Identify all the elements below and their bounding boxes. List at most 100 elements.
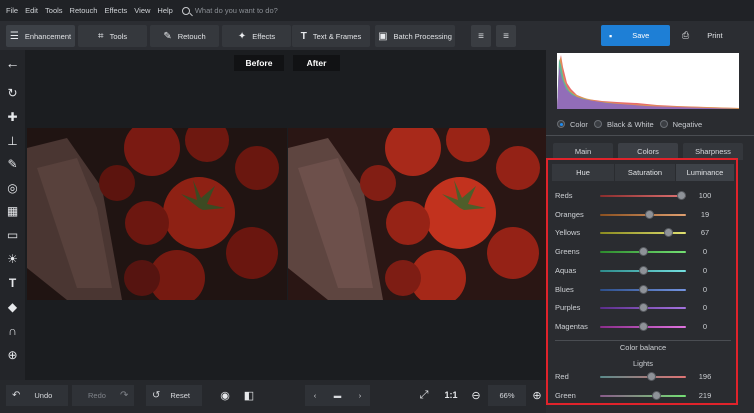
tab-hue[interactable]: Hue bbox=[552, 164, 614, 181]
menu-file[interactable]: File bbox=[6, 6, 18, 15]
slider-label: Reds bbox=[555, 191, 573, 200]
bw-radio[interactable] bbox=[593, 120, 602, 128]
slider-value: 0 bbox=[702, 303, 708, 313]
prev-image-icon[interactable]: ‹ bbox=[314, 391, 317, 400]
tab-effects[interactable]: ✦ Effects bbox=[222, 25, 291, 47]
tab-retouch[interactable]: ✎ Retouch bbox=[150, 25, 219, 47]
tab-text-frames[interactable]: T Text & Frames bbox=[292, 25, 370, 47]
menu-help[interactable]: Help bbox=[157, 6, 172, 15]
brush-tool-icon[interactable]: ✎ bbox=[4, 155, 21, 172]
luminance-slider-reds[interactable]: Reds 100 bbox=[548, 187, 738, 205]
luminance-slider-magentas[interactable]: Magentas 0 bbox=[548, 318, 738, 336]
menu-retouch[interactable]: Retouch bbox=[70, 6, 98, 15]
color-balance-slider-red[interactable]: Red 196 bbox=[548, 368, 738, 386]
slider-knob[interactable] bbox=[638, 303, 648, 313]
search-icon bbox=[181, 6, 190, 15]
menu-edit[interactable]: Edit bbox=[25, 6, 38, 15]
slider-knob[interactable] bbox=[645, 209, 655, 219]
eye-icon[interactable]: ◉ bbox=[216, 386, 234, 404]
slider-value: 19 bbox=[700, 209, 710, 219]
wand-icon: ✦ bbox=[237, 30, 247, 42]
zoom-in-icon[interactable]: ⊕ bbox=[528, 386, 546, 404]
color-balance-slider-green[interactable]: Green 219 bbox=[548, 387, 738, 405]
undo-button[interactable]: ↶ Undo bbox=[6, 385, 68, 406]
color-balance-lights-label: Lights bbox=[632, 359, 653, 368]
print-button[interactable]: ⎙ Print bbox=[674, 25, 744, 46]
slider-knob[interactable] bbox=[652, 391, 662, 400]
shield-icon[interactable]: ⊕ bbox=[4, 346, 21, 363]
slider-knob[interactable] bbox=[638, 284, 648, 294]
slider-knob[interactable] bbox=[647, 372, 657, 381]
bw-radio-label: Black & White bbox=[606, 119, 654, 129]
bandage-icon[interactable]: ✚ bbox=[4, 108, 21, 125]
sliders-icon: ☰ bbox=[9, 30, 19, 42]
slider-value: 219 bbox=[698, 391, 712, 400]
left-toolbar: ← ↻ ✚ ⊥ ✎ ◎ ▦ ▭ ☀ T ◆ ∩ ⊕ bbox=[0, 50, 25, 380]
reset-button[interactable]: ↺ Reset bbox=[146, 385, 202, 406]
fit-screen-icon[interactable]: ⤢ bbox=[415, 386, 433, 404]
slider-knob[interactable] bbox=[664, 228, 674, 238]
slider-track[interactable] bbox=[600, 232, 686, 235]
zoom-out-icon[interactable]: ⊖ bbox=[467, 386, 485, 404]
before-image bbox=[27, 128, 287, 300]
menu-view[interactable]: View bbox=[134, 6, 150, 15]
slider-label: Green bbox=[555, 391, 576, 400]
luminance-slider-yellows[interactable]: Yellows 67 bbox=[548, 224, 738, 242]
floppy-icon: ▪ bbox=[609, 30, 613, 41]
redo-button[interactable]: Redo ↷ bbox=[72, 385, 134, 406]
tab-tools[interactable]: ⌗ Tools bbox=[78, 25, 147, 47]
stamp-icon[interactable]: ⊥ bbox=[4, 132, 21, 149]
menu-tools[interactable]: Tools bbox=[45, 6, 63, 15]
actual-size-button[interactable]: 1:1 bbox=[440, 386, 462, 404]
tab-luminance[interactable]: Luminance bbox=[676, 164, 734, 181]
after-image bbox=[288, 128, 546, 300]
fill-bucket-icon[interactable]: ◆ bbox=[4, 298, 21, 315]
slider-label: Red bbox=[555, 372, 569, 381]
add-list-button[interactable]: ≡ bbox=[471, 25, 491, 47]
image-canvas: Before After bbox=[25, 50, 546, 380]
tab-retouch-label: Retouch bbox=[177, 31, 206, 41]
reset-icon: ↺ bbox=[152, 390, 161, 401]
slider-label: Aquas bbox=[555, 265, 577, 275]
slider-knob[interactable] bbox=[638, 321, 648, 331]
slider-track[interactable] bbox=[600, 395, 686, 397]
luminance-slider-oranges[interactable]: Oranges 19 bbox=[548, 206, 738, 224]
luminance-slider-greens[interactable]: Greens 0 bbox=[548, 243, 738, 261]
slider-knob[interactable] bbox=[677, 191, 687, 200]
slider-knob[interactable] bbox=[638, 247, 648, 257]
back-arrow-icon[interactable]: ← bbox=[4, 54, 21, 71]
color-radio[interactable] bbox=[557, 120, 565, 128]
gradient-icon[interactable]: ▦ bbox=[4, 202, 21, 219]
slider-value: 0 bbox=[702, 247, 708, 257]
slider-track[interactable] bbox=[600, 195, 686, 197]
luminance-highlight-box: Hue Saturation Luminance Reds 100 Oranges 1… bbox=[546, 158, 738, 405]
magnet-icon[interactable]: ∩ bbox=[4, 322, 21, 339]
target-icon[interactable]: ◎ bbox=[4, 179, 21, 196]
compare-icon[interactable]: ◧ bbox=[240, 386, 258, 404]
slider-knob[interactable] bbox=[638, 265, 648, 275]
rotate-icon[interactable]: ↻ bbox=[4, 84, 21, 101]
tab-saturation[interactable]: Saturation bbox=[615, 164, 675, 181]
slider-value: 0 bbox=[702, 321, 708, 331]
vignette-icon[interactable]: ▭ bbox=[4, 226, 21, 243]
luminance-slider-aquas[interactable]: Aquas 0 bbox=[548, 262, 738, 280]
list-settings-button[interactable]: ≡ bbox=[496, 25, 516, 47]
slider-track[interactable] bbox=[600, 213, 686, 216]
print-label: Print bbox=[707, 31, 723, 40]
search-box[interactable]: What do you want to do? bbox=[181, 6, 278, 15]
zoom-level[interactable]: 66% bbox=[488, 385, 526, 406]
slider-track[interactable] bbox=[600, 376, 686, 378]
brush-icon: ✎ bbox=[163, 30, 172, 42]
before-label: Before bbox=[234, 55, 284, 71]
luminance-slider-blues[interactable]: Blues 0 bbox=[548, 281, 738, 299]
next-image-icon[interactable]: › bbox=[359, 391, 362, 400]
tab-enhancement[interactable]: ☰ Enhancement bbox=[6, 25, 75, 47]
tab-batch-processing[interactable]: ▣ Batch Processing bbox=[375, 25, 455, 47]
text-tool-icon[interactable]: T bbox=[4, 274, 21, 291]
sun-icon[interactable]: ☀ bbox=[4, 250, 21, 267]
negative-radio[interactable] bbox=[659, 120, 668, 128]
luminance-slider-purples[interactable]: Purples 0 bbox=[548, 299, 738, 317]
save-button[interactable]: ▪ Save bbox=[601, 25, 670, 46]
folder-icon[interactable]: ▬ bbox=[334, 391, 342, 400]
menu-effects[interactable]: Effects bbox=[104, 6, 127, 15]
